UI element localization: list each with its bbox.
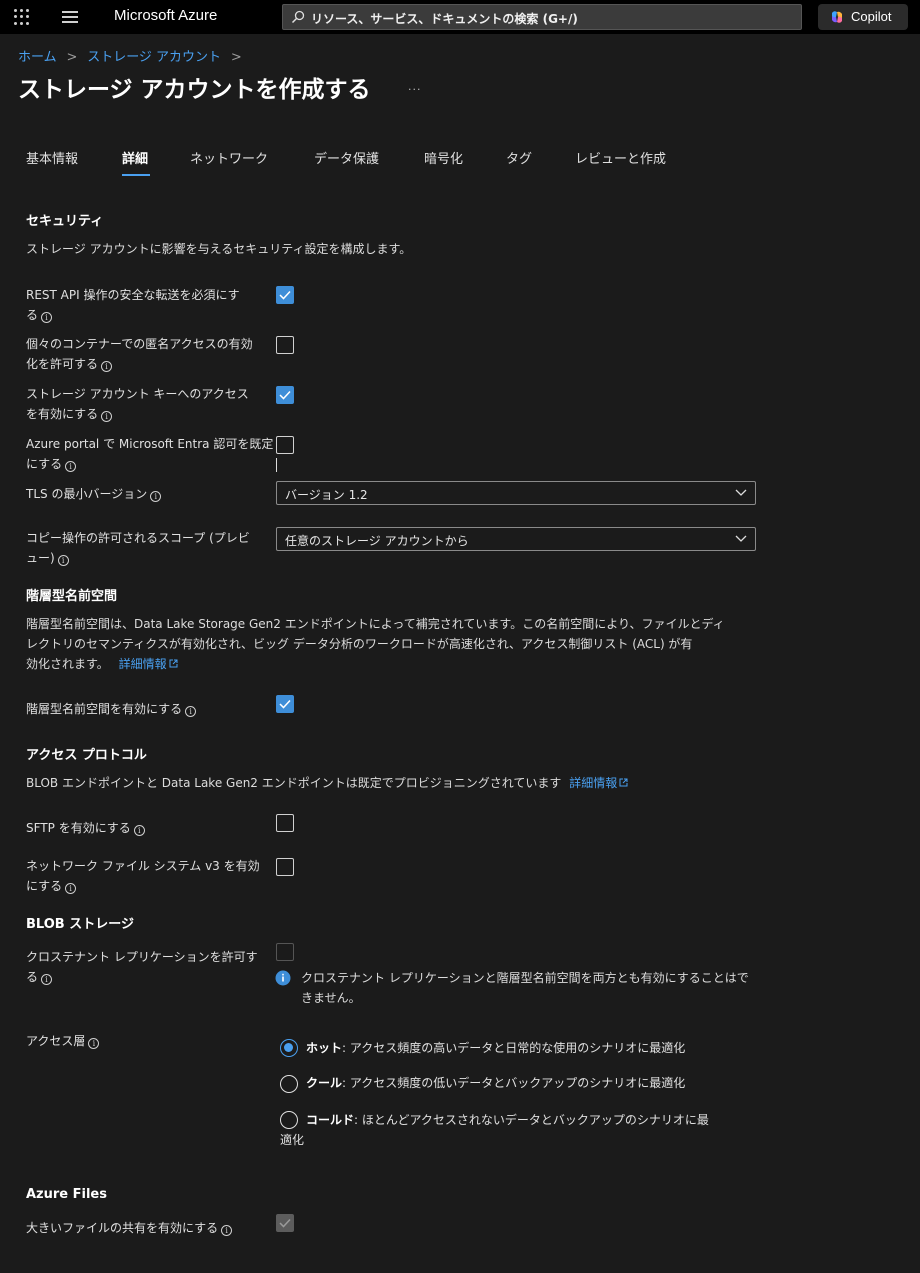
info-icon[interactable]: i — [41, 974, 53, 985]
tab-review-create[interactable]: レビューと作成 — [575, 148, 666, 167]
checkmark-icon — [279, 1218, 291, 1228]
copilot-label: Copilot — [851, 9, 892, 24]
hns-enable-checkbox[interactable] — [276, 695, 294, 713]
tier-cool-radio[interactable] — [280, 1075, 298, 1093]
search-input[interactable]: リソース、サービス、ドキュメントの検索 (G+/) — [282, 4, 802, 30]
info-icon[interactable]: i — [65, 461, 77, 472]
copy-scope-value: 任意のストレージ アカウントから — [285, 534, 469, 548]
tier-cool-text: クール: アクセス頻度の低いデータとバックアップのシナリオに最適化 — [306, 1076, 686, 1090]
more-options-icon[interactable]: ... — [408, 80, 422, 93]
tab-data-protection[interactable]: データ保護 — [314, 148, 379, 167]
chevron-down-icon — [735, 489, 747, 496]
external-link-icon — [169, 659, 178, 668]
portal-brand[interactable]: Microsoft Azure — [114, 7, 217, 24]
blob-heading: BLOB ストレージ — [26, 917, 134, 932]
account-key-label: ストレージ アカウント キーへのアクセス を有効にする i — [26, 387, 249, 422]
sftp-label: SFTP を有効にする i — [26, 818, 276, 838]
tls-version-value: バージョン 1.2 — [285, 488, 368, 502]
checkmark-icon — [279, 699, 291, 709]
hns-learn-more-link[interactable]: 詳細情報 — [119, 657, 167, 671]
large-shares-checkbox — [276, 1214, 294, 1232]
external-link-icon — [619, 778, 628, 787]
copilot-button[interactable]: Copilot — [818, 4, 908, 30]
files-heading: Azure Files — [26, 1187, 107, 1202]
tier-hot-radio[interactable] — [280, 1039, 298, 1057]
chevron-down-icon — [735, 535, 747, 542]
entra-default-checkbox[interactable] — [276, 436, 294, 454]
tab-encryption[interactable]: 暗号化 — [424, 148, 463, 167]
sftp-checkbox[interactable] — [276, 814, 294, 832]
breadcrumb-storage-accounts[interactable]: ストレージ アカウント — [87, 50, 221, 65]
copy-scope-label: コピー操作の許可されるスコープ (プレビ ュー) i — [26, 531, 250, 566]
copy-scope-select[interactable]: 任意のストレージ アカウントから — [276, 527, 756, 551]
app-launcher-icon[interactable] — [14, 9, 30, 25]
tier-cold-radio[interactable] — [280, 1111, 298, 1129]
security-description: ストレージ アカウントに影響を与えるセキュリティ設定を構成します。 — [26, 242, 412, 256]
protocols-learn-more-link[interactable]: 詳細情報 — [569, 776, 617, 790]
copilot-icon — [832, 11, 842, 23]
tab-basics[interactable]: 基本情報 — [26, 148, 78, 167]
top-bar: Microsoft Azure リソース、サービス、ドキュメントの検索 (G+/… — [0, 0, 920, 34]
info-icon[interactable]: i — [101, 361, 113, 372]
account-key-checkbox[interactable] — [276, 386, 294, 404]
breadcrumb-separator: > — [66, 50, 78, 65]
info-icon[interactable]: i — [185, 706, 197, 717]
menu-icon[interactable] — [62, 11, 78, 23]
page-title: ストレージ アカウントを作成する — [18, 77, 371, 103]
checkmark-icon — [279, 390, 291, 400]
entra-default-label: Azure portal で Microsoft Entra 認可を既定 にする… — [26, 437, 274, 472]
cross-tenant-label: クロステナント レプリケーションを許可す るi — [26, 950, 258, 985]
breadcrumb: ホーム > ストレージ アカウント > — [18, 46, 242, 65]
hns-enable-label: 階層型名前空間を有効にする i — [26, 699, 276, 719]
tab-networking[interactable]: ネットワーク — [190, 148, 268, 167]
info-icon[interactable]: i — [150, 491, 162, 502]
security-heading: セキュリティ — [26, 214, 104, 229]
info-icon[interactable]: i — [133, 825, 145, 836]
secure-transfer-checkbox[interactable] — [276, 286, 294, 304]
focus-caret — [276, 458, 277, 472]
cross-tenant-info: クロステナント レプリケーションと階層型名前空間を両方とも有効にすることはで き… — [301, 971, 749, 1005]
nfs-checkbox[interactable] — [276, 858, 294, 876]
tier-hot-text: ホット: アクセス頻度の高いデータと日常的な使用のシナリオに最適化 — [306, 1041, 686, 1055]
info-icon[interactable]: i — [57, 555, 69, 566]
tier-cold-text-cont: 適化 — [280, 1133, 305, 1147]
cross-tenant-checkbox — [276, 943, 294, 961]
active-tab-indicator — [122, 174, 150, 176]
secure-transfer-label: REST API 操作の安全な転送を必須にす るi — [26, 288, 240, 323]
checkmark-icon — [279, 290, 291, 300]
info-filled-icon — [275, 970, 291, 986]
info-icon[interactable]: i — [41, 312, 53, 323]
access-tier-label: アクセス層 i — [26, 1031, 276, 1051]
info-icon[interactable]: i — [221, 1225, 233, 1236]
hns-heading: 階層型名前空間 — [26, 589, 118, 604]
large-shares-label: 大きいファイルの共有を有効にする i — [26, 1218, 276, 1238]
protocols-description: BLOB エンドポイントと Data Lake Gen2 エンドポイントは既定で… — [26, 773, 746, 793]
search-placeholder: リソース、サービス、ドキュメントの検索 (G+/) — [311, 12, 578, 26]
anonymous-access-checkbox[interactable] — [276, 336, 294, 354]
hns-description: 階層型名前空間は、Data Lake Storage Gen2 エンドポイントに… — [26, 617, 725, 671]
breadcrumb-separator: > — [230, 50, 242, 65]
info-icon[interactable]: i — [65, 883, 77, 894]
info-icon[interactable]: i — [101, 411, 113, 422]
anonymous-access-label: 個々のコンテナーでの匿名アクセスの有効 化を許可する i — [26, 337, 253, 372]
breadcrumb-home[interactable]: ホーム — [18, 50, 57, 65]
nfs-label: ネットワーク ファイル システム v3 を有効 にする i — [26, 859, 260, 894]
tls-version-select[interactable]: バージョン 1.2 — [276, 481, 756, 505]
info-icon[interactable]: i — [88, 1038, 100, 1049]
search-icon — [291, 10, 305, 24]
tab-tags[interactable]: タグ — [506, 148, 532, 167]
tier-cold-text: コールド: ほとんどアクセスされないデータとバックアップのシナリオに最 — [306, 1113, 709, 1127]
tls-label: TLS の最小バージョン i — [26, 484, 276, 504]
tab-advanced[interactable]: 詳細 — [122, 148, 148, 167]
protocols-heading: アクセス プロトコル — [26, 748, 147, 763]
